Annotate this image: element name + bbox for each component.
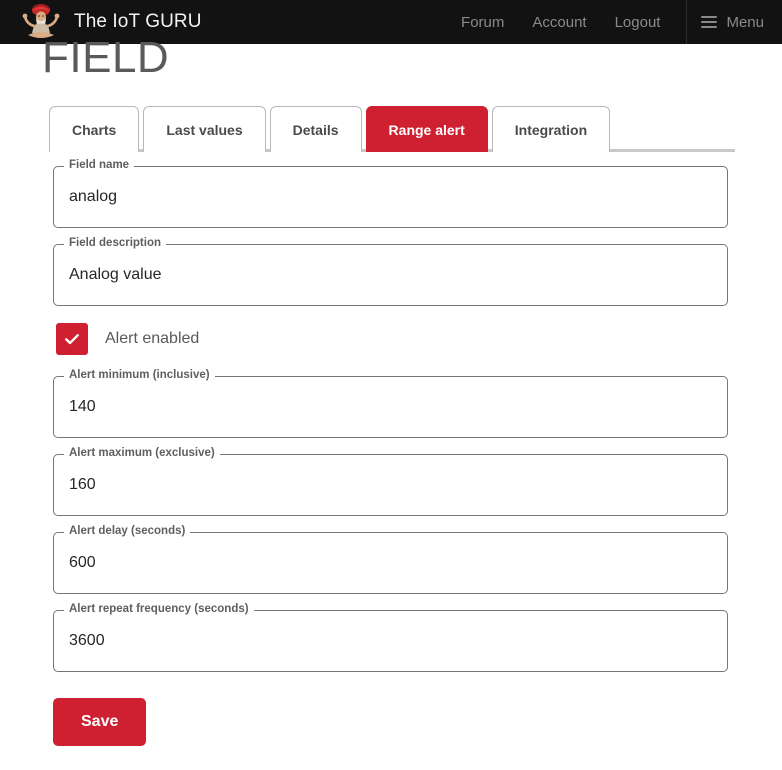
alert-minimum-input[interactable] [53, 376, 728, 438]
alert-repeat-frequency-label: Alert repeat frequency (seconds) [64, 603, 254, 616]
field-alert-repeat-frequency[interactable]: Alert repeat frequency (seconds) [53, 603, 728, 672]
field-description-label: Field description [64, 237, 167, 250]
alert-maximum-label: Alert maximum (exclusive) [64, 447, 220, 460]
field-alert-delay[interactable]: Alert delay (seconds) [53, 525, 728, 594]
field-name-label: Field name [64, 159, 135, 172]
nav-link-logout[interactable]: Logout [601, 14, 675, 31]
nav-link-forum[interactable]: Forum [447, 14, 518, 31]
field-alert-minimum[interactable]: Alert minimum (inclusive) [53, 369, 728, 438]
tab-range-alert[interactable]: Range alert [365, 106, 488, 152]
field-field-name[interactable]: Field name [53, 159, 728, 228]
field-description-input[interactable] [53, 244, 728, 306]
tab-charts[interactable]: Charts [49, 106, 140, 152]
alert-enabled-checkbox-row[interactable]: Alert enabled [56, 322, 782, 356]
tab-last-values[interactable]: Last values [143, 106, 266, 152]
tab-last-values-label: Last values [166, 121, 243, 138]
page-content: FIELD Charts Last values Details Range a… [0, 36, 782, 746]
hamburger-icon [701, 16, 718, 28]
tab-bar: Charts Last values Details Range alert I… [0, 100, 782, 152]
tab-strip: Charts Last values Details Range alert I… [49, 100, 782, 152]
page-title: FIELD [42, 33, 170, 82]
menu-toggle-label: Menu [726, 13, 764, 31]
brand-title: The IoT GURU [74, 11, 202, 32]
nav-link-account[interactable]: Account [518, 14, 600, 31]
tab-range-alert-label: Range alert [388, 121, 465, 138]
alert-minimum-label: Alert minimum (inclusive) [64, 369, 215, 382]
tab-details[interactable]: Details [269, 106, 362, 152]
tab-charts-label: Charts [72, 121, 117, 138]
alert-enabled-checkbox[interactable] [56, 323, 88, 355]
field-name-input[interactable] [53, 166, 728, 228]
alert-delay-label: Alert delay (seconds) [64, 525, 191, 538]
field-alert-maximum[interactable]: Alert maximum (exclusive) [53, 447, 728, 516]
field-field-description[interactable]: Field description [53, 237, 728, 306]
save-button[interactable]: Save [53, 698, 147, 746]
tab-integration-label: Integration [514, 121, 588, 138]
menu-toggle-button[interactable]: Menu [693, 14, 782, 31]
tab-integration[interactable]: Integration [491, 106, 611, 152]
tab-details-label: Details [292, 121, 339, 138]
alert-delay-input[interactable] [53, 532, 728, 594]
check-icon [65, 334, 79, 345]
alert-maximum-input[interactable] [53, 454, 728, 516]
alert-enabled-label: Alert enabled [105, 330, 200, 347]
range-alert-form: Field name Field description Alert enabl… [0, 152, 782, 746]
alert-repeat-frequency-input[interactable] [53, 610, 728, 672]
